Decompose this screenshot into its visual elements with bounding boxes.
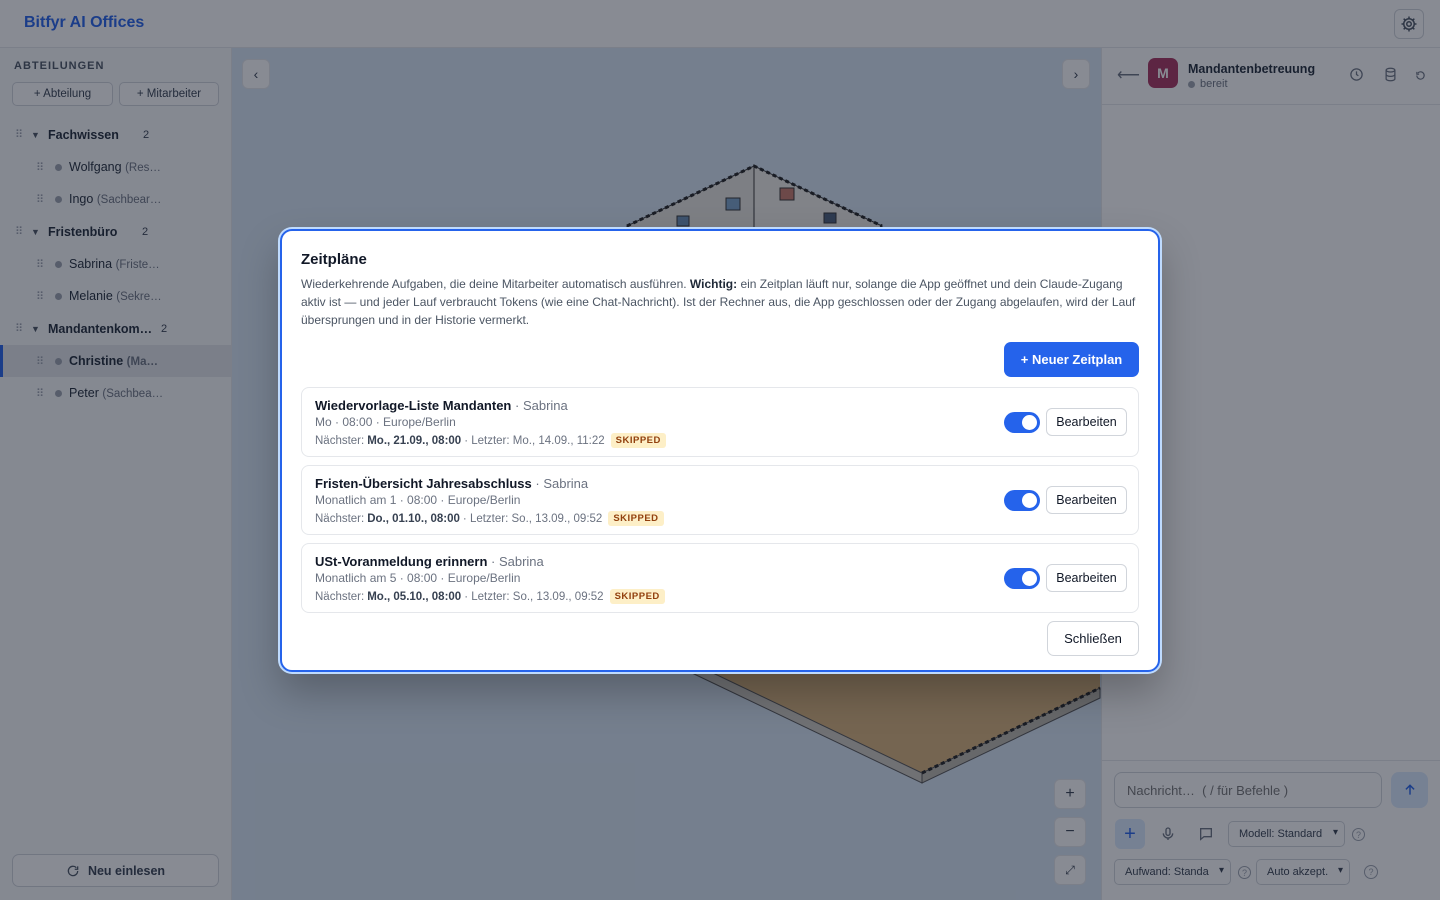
next-label: Nächster:	[315, 590, 365, 603]
edit-schedule-button[interactable]: Bearbeiten	[1046, 564, 1127, 592]
description-part: Wiederkehrende Aufgaben, die deine Mitar…	[301, 277, 690, 291]
schedule-title: Wiedervorlage-Liste Mandanten	[315, 398, 512, 413]
next-run: Do., 01.10., 08:00	[367, 512, 460, 525]
schedule-card: Fristen-Übersicht Jahresabschluss · Sabr…	[301, 465, 1139, 535]
schedule-run-info: Nächster: Do., 01.10., 08:00 · Letzter: …	[315, 511, 664, 526]
last-run: Mo., 14.09., 11:22	[512, 434, 605, 447]
new-schedule-button[interactable]: + Neuer Zeitplan	[1004, 342, 1139, 377]
toggle-knob	[1022, 571, 1037, 586]
toggle-knob	[1022, 415, 1037, 430]
schedule-enabled-toggle[interactable]	[1004, 412, 1040, 433]
description-emphasis: Wichtig:	[689, 277, 738, 291]
status-badge: SKIPPED	[610, 433, 666, 448]
schedule-card: USt-Voranmeldung erinnern · Sabrina Mona…	[301, 543, 1139, 613]
schedule-title: USt-Voranmeldung erinnern	[315, 554, 488, 569]
schedule-enabled-toggle[interactable]	[1004, 490, 1040, 511]
last-label: · Letzter:	[464, 590, 510, 603]
next-run: Mo., 05.10., 08:00	[367, 590, 462, 603]
schedule-title-line: Wiedervorlage-Liste Mandanten · Sabrina	[315, 398, 568, 413]
last-label: · Letzter:	[462, 512, 509, 525]
schedule-title: Fristen-Übersicht Jahresabschluss	[315, 476, 532, 491]
schedules-dialog: Zeitpläne Wiederkehrende Aufgaben, die d…	[280, 229, 1160, 672]
edit-schedule-button[interactable]: Bearbeiten	[1046, 486, 1127, 514]
last-run: So., 13.09., 09:52	[512, 590, 604, 603]
last-label: · Letzter:	[464, 434, 510, 447]
dialog-title: Zeitpläne	[301, 251, 367, 268]
schedule-recurrence: Monatlich am 1 · 08:00 · Europe/Berlin	[315, 493, 521, 507]
schedule-enabled-toggle[interactable]	[1004, 568, 1040, 589]
last-run: So., 13.09., 09:52	[511, 512, 603, 525]
schedule-card: Wiedervorlage-Liste Mandanten · Sabrina …	[301, 387, 1139, 457]
next-run: Mo., 21.09., 08:00	[367, 434, 462, 447]
edit-schedule-button[interactable]: Bearbeiten	[1046, 408, 1127, 436]
close-dialog-button[interactable]: Schließen	[1047, 621, 1139, 656]
schedule-title-line: USt-Voranmeldung erinnern · Sabrina	[315, 554, 544, 569]
status-badge: SKIPPED	[608, 511, 664, 526]
schedule-title-line: Fristen-Übersicht Jahresabschluss · Sabr…	[315, 476, 588, 491]
schedule-recurrence: Mo · 08:00 · Europe/Berlin	[315, 415, 456, 429]
schedule-recurrence: Monatlich am 5 · 08:00 · Europe/Berlin	[315, 571, 521, 585]
dialog-description: Wiederkehrende Aufgaben, die deine Mitar…	[301, 275, 1141, 329]
toggle-knob	[1022, 493, 1037, 508]
schedule-run-info: Nächster: Mo., 21.09., 08:00 · Letzter: …	[315, 433, 666, 448]
next-label: Nächster:	[315, 512, 365, 525]
schedule-employee: · Sabrina	[515, 398, 568, 413]
schedule-employee: · Sabrina	[535, 476, 589, 491]
status-badge: SKIPPED	[609, 589, 665, 604]
schedule-run-info: Nächster: Mo., 05.10., 08:00 · Letzter: …	[315, 589, 665, 604]
schedule-employee: · Sabrina	[491, 554, 544, 569]
next-label: Nächster:	[315, 434, 365, 447]
